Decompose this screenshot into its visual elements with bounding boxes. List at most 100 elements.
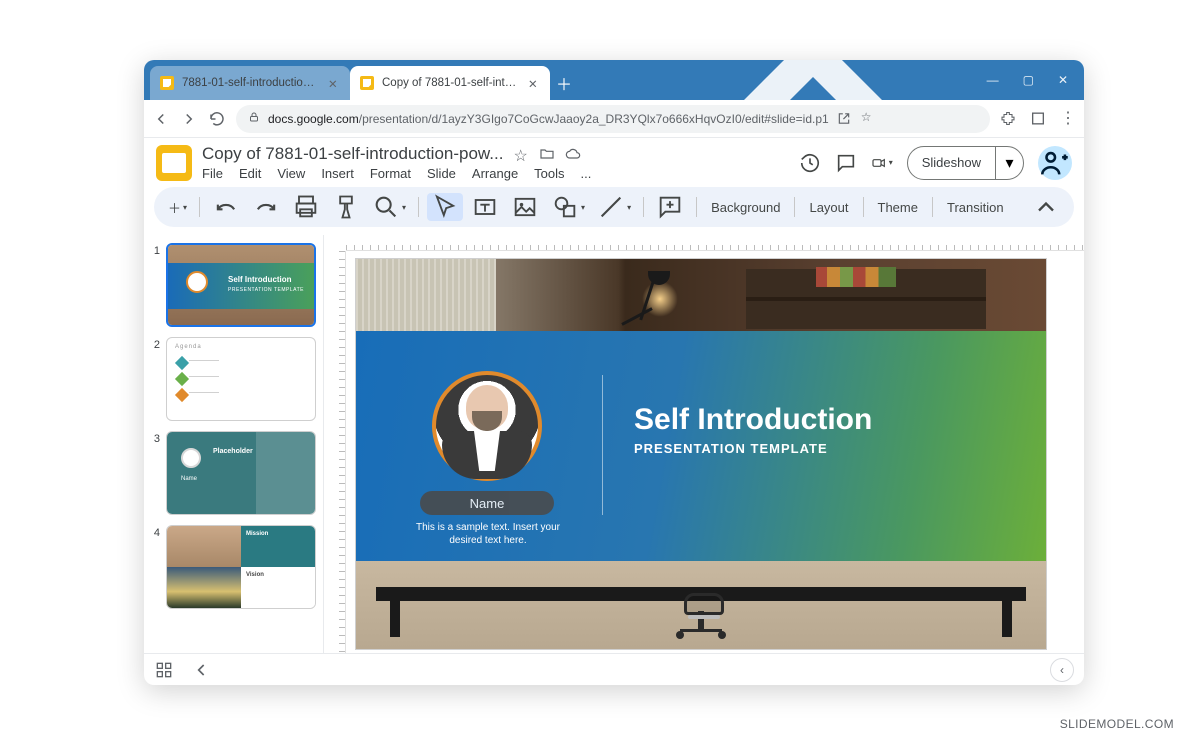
explore-button[interactable]: ‹	[1050, 658, 1074, 682]
menu-insert[interactable]: Insert	[321, 166, 354, 181]
slide-bg-desk-leg	[1002, 591, 1012, 637]
sample-text[interactable]: This is a sample text. Insert your desir…	[412, 521, 564, 547]
slide-bg-blinds	[356, 259, 496, 337]
slide-title[interactable]: Self Introduction	[634, 403, 872, 437]
omnibox[interactable]: docs.google.com/presentation/d/1ayzY3GIg…	[236, 105, 990, 133]
select-tool[interactable]	[427, 193, 463, 221]
maximize-icon[interactable]: ▢	[1023, 73, 1034, 87]
slideshow-button[interactable]: Slideshow ▾	[907, 146, 1024, 180]
menu-arrange[interactable]: Arrange	[472, 166, 518, 181]
minimize-icon[interactable]: —	[987, 73, 999, 87]
workspace: 1 Self Introduction PRESENTATION TEMPLAT…	[144, 235, 1084, 653]
collapse-filmstrip-icon[interactable]	[192, 660, 212, 680]
comments-icon[interactable]	[835, 152, 857, 174]
window-controls: — ▢ ✕	[647, 60, 1084, 100]
print-button[interactable]	[288, 193, 324, 221]
share-button[interactable]	[1038, 146, 1072, 180]
separator	[932, 197, 933, 217]
slideshow-dropdown[interactable]: ▾	[995, 147, 1023, 179]
canvas-area[interactable]: Name This is a sample text. Insert your …	[324, 235, 1084, 653]
cloud-status-icon[interactable]	[565, 146, 581, 162]
grid-view-icon[interactable]	[154, 660, 174, 680]
image-button[interactable]	[507, 193, 543, 221]
browser-window: 7881-01-self-introduction-powe ✕ Copy of…	[144, 60, 1084, 685]
watermark: SLIDEMODEL.COM	[1060, 717, 1174, 731]
background-button[interactable]: Background	[705, 200, 786, 215]
theme-button[interactable]: Theme	[872, 200, 924, 215]
thumbnail-number: 3	[150, 431, 160, 515]
thumbnail-row[interactable]: 2 Agenda —————— —————— ——————	[150, 337, 317, 421]
slide-subtitle[interactable]: PRESENTATION TEMPLATE	[634, 441, 828, 456]
separator	[199, 197, 200, 217]
meet-icon[interactable]	[871, 152, 893, 174]
line-button[interactable]	[593, 193, 635, 221]
bookmark-star-icon[interactable]: ☆	[861, 110, 872, 127]
filmstrip[interactable]: 1 Self Introduction PRESENTATION TEMPLAT…	[144, 235, 324, 653]
menu-view[interactable]: View	[277, 166, 305, 181]
speaker-notes-handle[interactable]	[688, 615, 720, 619]
thumbnail-row[interactable]: 4 Mission Vision	[150, 525, 317, 609]
history-icon[interactable]	[799, 152, 821, 174]
slides-logo[interactable]	[156, 145, 192, 181]
browser-urlbar: docs.google.com/presentation/d/1ayzY3GIg…	[144, 100, 1084, 138]
thumbnail-4[interactable]: Mission Vision	[166, 525, 316, 609]
layout-button[interactable]: Layout	[803, 200, 854, 215]
separator	[418, 197, 419, 217]
browser-titlebar: 7881-01-self-introduction-powe ✕ Copy of…	[144, 60, 1084, 100]
move-icon[interactable]	[539, 146, 555, 162]
extensions-icon[interactable]	[1000, 108, 1016, 129]
ruler-vertical	[324, 251, 346, 653]
thumbnail-number: 4	[150, 525, 160, 609]
doc-title[interactable]: Copy of 7881-01-self-introduction-pow...	[202, 144, 503, 164]
account-icon[interactable]	[1030, 108, 1046, 129]
separator	[863, 197, 864, 217]
thumbnail-number: 1	[150, 243, 160, 327]
paint-format-button[interactable]	[328, 193, 364, 221]
close-icon[interactable]: ✕	[328, 77, 340, 89]
menu-tools[interactable]: Tools	[534, 166, 564, 181]
menu-more[interactable]: ...	[581, 166, 592, 181]
close-icon[interactable]: ✕	[528, 77, 540, 89]
menu-slide[interactable]: Slide	[427, 166, 456, 181]
bottom-bar: ‹	[144, 653, 1084, 685]
url-text: docs.google.com/presentation/d/1ayzY3GIg…	[268, 112, 829, 126]
shape-button[interactable]	[547, 193, 589, 221]
transition-button[interactable]: Transition	[941, 200, 1010, 215]
browser-tab-active[interactable]: Copy of 7881-01-self-introductio ✕	[350, 66, 550, 100]
back-button[interactable]	[152, 110, 170, 128]
tab-title: 7881-01-self-introduction-powe	[182, 77, 320, 89]
zoom-button[interactable]	[368, 193, 410, 221]
slides-favicon	[360, 76, 374, 90]
thumbnail-1[interactable]: Self Introduction PRESENTATION TEMPLATE	[166, 243, 316, 327]
menu-format[interactable]: Format	[370, 166, 411, 181]
thumbnail-number: 2	[150, 337, 160, 421]
collapse-toolbar-button[interactable]	[1028, 193, 1064, 221]
name-placeholder[interactable]: Name	[420, 491, 554, 515]
new-slide-button[interactable]: ＋	[164, 193, 191, 221]
forward-button[interactable]	[180, 110, 198, 128]
undo-button[interactable]	[208, 193, 244, 221]
menu-edit[interactable]: Edit	[239, 166, 261, 181]
textbox-button[interactable]	[467, 193, 503, 221]
close-window-icon[interactable]: ✕	[1058, 73, 1068, 87]
redo-button[interactable]	[248, 193, 284, 221]
thumbnail-row[interactable]: 3 Placeholder Name	[150, 431, 317, 515]
ruler-horizontal	[346, 235, 1084, 251]
slide-canvas[interactable]: Name This is a sample text. Insert your …	[356, 259, 1046, 649]
menu-file[interactable]: File	[202, 166, 223, 181]
share-page-icon[interactable]	[837, 110, 851, 127]
browser-tab-inactive[interactable]: 7881-01-self-introduction-powe ✕	[150, 66, 350, 100]
reload-button[interactable]	[208, 110, 226, 128]
toolbar-container: ＋ Background Layout Theme Transition	[144, 183, 1084, 235]
thumbnail-3[interactable]: Placeholder Name	[166, 431, 316, 515]
new-tab-button[interactable]: ＋	[550, 66, 578, 100]
thumbnail-2[interactable]: Agenda —————— —————— ——————	[166, 337, 316, 421]
slides-header: Copy of 7881-01-self-introduction-pow...…	[144, 138, 1084, 183]
star-icon[interactable]: ☆	[513, 146, 529, 162]
thumbnail-row[interactable]: 1 Self Introduction PRESENTATION TEMPLAT…	[150, 243, 317, 327]
slide-bg-books	[816, 267, 896, 287]
comment-button[interactable]	[652, 193, 688, 221]
chrome-menu-icon[interactable]: ⋮	[1060, 108, 1076, 129]
slide-bg-desk-leg	[390, 591, 400, 637]
extension-icons: ⋮	[1000, 108, 1076, 129]
